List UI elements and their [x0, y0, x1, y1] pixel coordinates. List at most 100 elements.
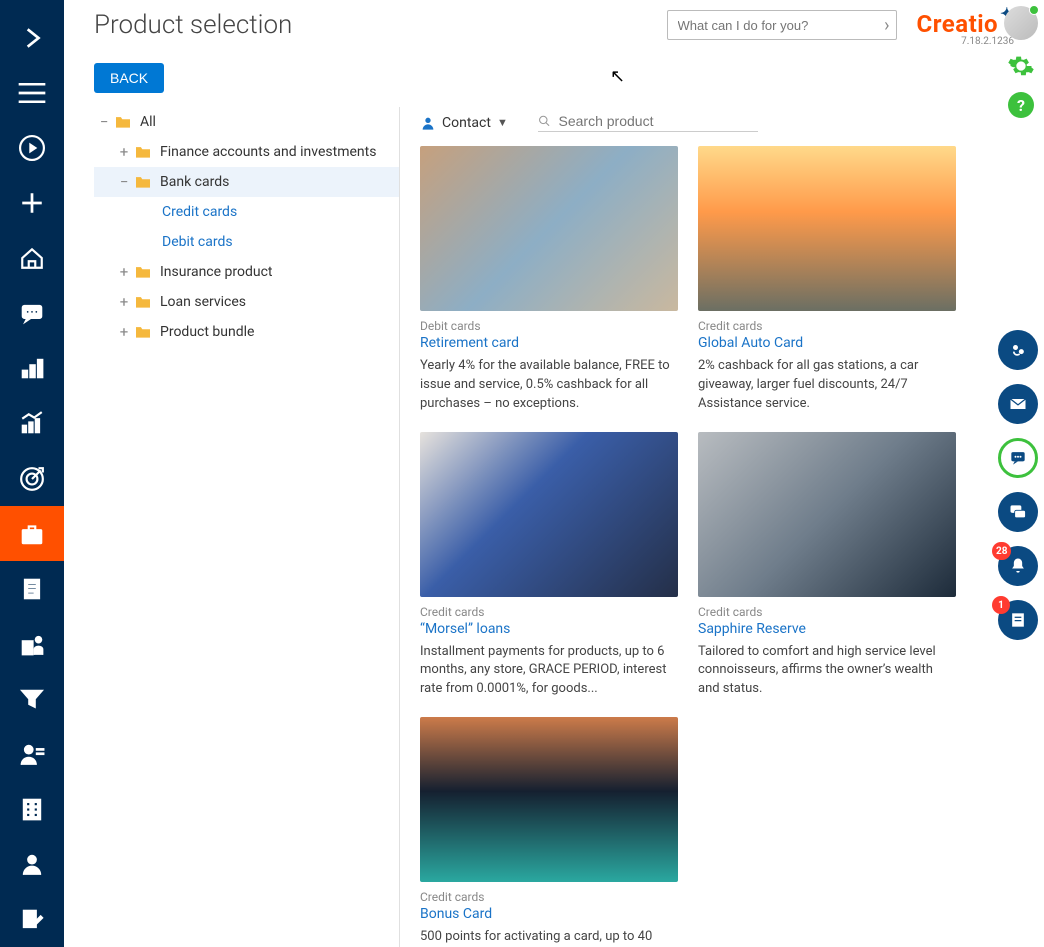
global-search[interactable]: ›: [667, 10, 897, 40]
cti-panel-button[interactable]: [998, 330, 1038, 370]
nav-home[interactable]: [0, 231, 64, 286]
tree-node-all[interactable]: − All: [94, 107, 399, 137]
chevron-right-icon: [19, 25, 45, 51]
building-icon: [19, 796, 45, 822]
app-logo[interactable]: Creatio ✦: [917, 10, 1015, 38]
org-icon: [19, 631, 45, 657]
gear-icon[interactable]: [1007, 52, 1035, 80]
nav-target[interactable]: [0, 451, 64, 506]
header: Product selection › Creatio ✦ 7.18.2.123…: [64, 0, 1044, 55]
nav-menu[interactable]: [0, 65, 64, 120]
page-title: Product selection: [94, 10, 292, 40]
person-icon: [420, 115, 436, 131]
tree-node-debitcards[interactable]: Debit cards: [94, 227, 399, 257]
contact-filter-label: Contact: [442, 115, 491, 131]
tree-label: Credit cards: [162, 204, 237, 220]
global-search-input[interactable]: [678, 18, 885, 33]
card-title[interactable]: “Morsel” loans: [420, 621, 678, 637]
tree-node-finance[interactable]: + Finance accounts and investments: [94, 137, 399, 167]
header-right: › Creatio ✦ 7.18.2.1236: [667, 10, 1015, 47]
nav-add[interactable]: [0, 175, 64, 230]
folder-icon: [134, 175, 152, 189]
tree-label: Product bundle: [160, 324, 254, 340]
contact-filter[interactable]: Contact ▼: [420, 115, 508, 131]
nav-chart[interactable]: [0, 341, 64, 396]
headset-icon: [1008, 340, 1028, 360]
card-image[interactable]: [698, 146, 956, 311]
feed-panel-button[interactable]: [998, 492, 1038, 532]
left-nav-sidebar: [0, 0, 64, 947]
help-button[interactable]: ?: [1008, 92, 1034, 118]
product-card: Credit cards Bonus Card 500 points for a…: [420, 717, 678, 947]
tree-node-bankcards[interactable]: − Bank cards: [94, 167, 399, 197]
folder-icon: [134, 325, 152, 339]
content: − All + Finance accounts and investments…: [64, 107, 1044, 947]
nav-user[interactable]: [0, 837, 64, 892]
card-image[interactable]: [420, 432, 678, 597]
back-button[interactable]: BACK: [94, 63, 164, 93]
target-icon: [19, 466, 45, 492]
note-icon: [1008, 610, 1028, 630]
home-icon: [19, 245, 45, 271]
tree-node-creditcards[interactable]: Credit cards: [94, 197, 399, 227]
tree-node-insurance[interactable]: + Insurance product: [94, 257, 399, 287]
card-title[interactable]: Retirement card: [420, 335, 678, 351]
product-card: Credit cards Global Auto Card 2% cashbac…: [698, 146, 956, 414]
nav-document[interactable]: [0, 561, 64, 616]
product-search-input[interactable]: [559, 113, 758, 129]
card-title[interactable]: Bonus Card: [420, 906, 678, 922]
top-right-tools: ?: [1004, 6, 1038, 118]
card-description: Yearly 4% for the available balance, FRE…: [420, 357, 678, 414]
nav-company[interactable]: [0, 782, 64, 837]
nav-products[interactable]: [0, 506, 64, 561]
tree-node-bundle[interactable]: + Product bundle: [94, 317, 399, 347]
funnel-icon: [19, 686, 45, 712]
search-go-icon[interactable]: ›: [884, 15, 889, 36]
card-image[interactable]: [698, 432, 956, 597]
menu-icon: [18, 83, 46, 103]
expand-icon[interactable]: +: [114, 293, 134, 311]
folder-icon: [114, 115, 132, 129]
card-title[interactable]: Global Auto Card: [698, 335, 956, 351]
card-description: 500 points for activating a card, up to …: [420, 928, 678, 947]
collapse-icon[interactable]: −: [114, 173, 134, 191]
nav-contact[interactable]: [0, 727, 64, 782]
tree-label: Bank cards: [160, 174, 229, 190]
product-search[interactable]: [538, 113, 758, 132]
back-row: BACK: [64, 55, 1044, 107]
main-area: Product selection › Creatio ✦ 7.18.2.123…: [64, 0, 1044, 947]
bar-chart-icon: [19, 355, 45, 381]
tree-node-loans[interactable]: + Loan services: [94, 287, 399, 317]
nav-growth[interactable]: [0, 396, 64, 451]
card-category: Credit cards: [420, 890, 678, 904]
card-image[interactable]: [420, 717, 678, 882]
user-avatar[interactable]: [1004, 6, 1038, 40]
collapse-icon[interactable]: −: [94, 113, 114, 131]
card-image[interactable]: [420, 146, 678, 311]
expand-icon[interactable]: +: [114, 143, 134, 161]
expand-icon[interactable]: +: [114, 323, 134, 341]
card-title[interactable]: Sapphire Reserve: [698, 621, 956, 637]
chat-panel-button[interactable]: [998, 438, 1038, 478]
notifications-button[interactable]: 28: [998, 546, 1038, 586]
email-panel-button[interactable]: [998, 384, 1038, 424]
tree-label: All: [140, 114, 156, 130]
expand-icon[interactable]: +: [114, 263, 134, 281]
card-category: Credit cards: [698, 605, 956, 619]
nav-funnel[interactable]: [0, 672, 64, 727]
filter-bar: Contact ▼: [420, 113, 1024, 132]
bell-icon: [1008, 556, 1028, 576]
folder-icon: [134, 295, 152, 309]
folder-icon: [134, 145, 152, 159]
esn-feed-button[interactable]: 1: [998, 600, 1038, 640]
logo-wrap: Creatio ✦ 7.18.2.1236: [917, 10, 1015, 47]
nav-play[interactable]: [0, 120, 64, 175]
plus-icon: [19, 190, 45, 216]
growth-chart-icon: [19, 410, 45, 436]
nav-edit[interactable]: [0, 892, 64, 947]
card-category: Credit cards: [420, 605, 678, 619]
contact-icon: [19, 741, 45, 767]
nav-expand[interactable]: [0, 10, 64, 65]
nav-org[interactable]: [0, 616, 64, 671]
nav-chat[interactable]: [0, 286, 64, 341]
